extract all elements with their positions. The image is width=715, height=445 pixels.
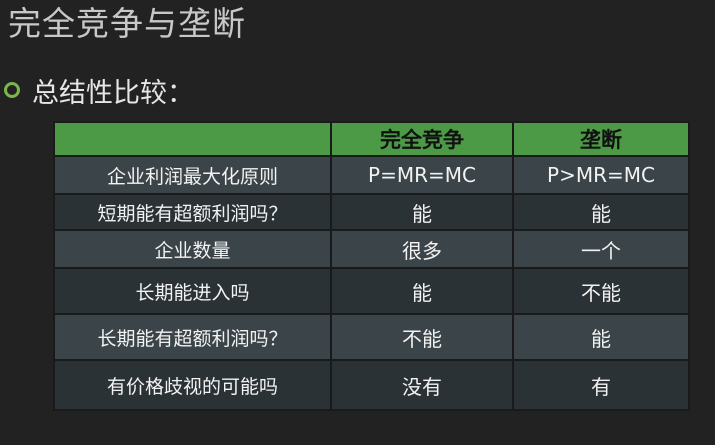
row-label: 企业利润最大化原则	[53, 155, 332, 195]
table-row: 长期能进入吗 能 不能	[53, 267, 690, 315]
ring-bullet-icon	[4, 82, 20, 98]
row-label: 有价格歧视的可能吗	[53, 359, 332, 411]
cell-perfect-competition: 能	[330, 267, 514, 315]
row-label: 长期能进入吗	[53, 267, 332, 315]
cell-monopoly: 能	[512, 193, 690, 231]
cell-perfect-competition: P=MR=MC	[330, 155, 514, 195]
cell-monopoly: 不能	[512, 267, 690, 315]
cell-monopoly: 一个	[512, 229, 690, 269]
row-label: 长期能有超额利润吗？	[53, 313, 332, 361]
cell-perfect-competition: 很多	[330, 229, 514, 269]
header-cell-perfect-competition: 完全竞争	[330, 121, 514, 157]
row-label: 企业数量	[53, 229, 332, 269]
table-row: 短期能有超额利润吗？ 能 能	[53, 193, 690, 231]
table-row: 企业利润最大化原则 P=MR=MC P>MR=MC	[53, 155, 690, 195]
bullet-item: 总结性比较：	[4, 72, 194, 109]
table-row: 长期能有超额利润吗？ 不能 能	[53, 313, 690, 361]
header-cell-empty	[53, 121, 332, 157]
cell-monopoly: 有	[512, 359, 690, 411]
table-row: 有价格歧视的可能吗 没有 有	[53, 359, 690, 411]
header-cell-monopoly: 垄断	[512, 121, 690, 157]
cell-monopoly: P>MR=MC	[512, 155, 690, 195]
cell-perfect-competition: 能	[330, 193, 514, 231]
cell-perfect-competition: 不能	[330, 313, 514, 361]
row-label: 短期能有超额利润吗？	[53, 193, 332, 231]
table-row: 企业数量 很多 一个	[53, 229, 690, 269]
table-header-row: 完全竞争 垄断	[53, 121, 690, 157]
comparison-table: 完全竞争 垄断 企业利润最大化原则 P=MR=MC P>MR=MC 短期能有超额…	[53, 121, 690, 411]
bullet-text: 总结性比较：	[32, 77, 194, 109]
slide-title: 完全竞争与垄断	[8, 4, 246, 43]
cell-perfect-competition: 没有	[330, 359, 514, 411]
cell-monopoly: 能	[512, 313, 690, 361]
